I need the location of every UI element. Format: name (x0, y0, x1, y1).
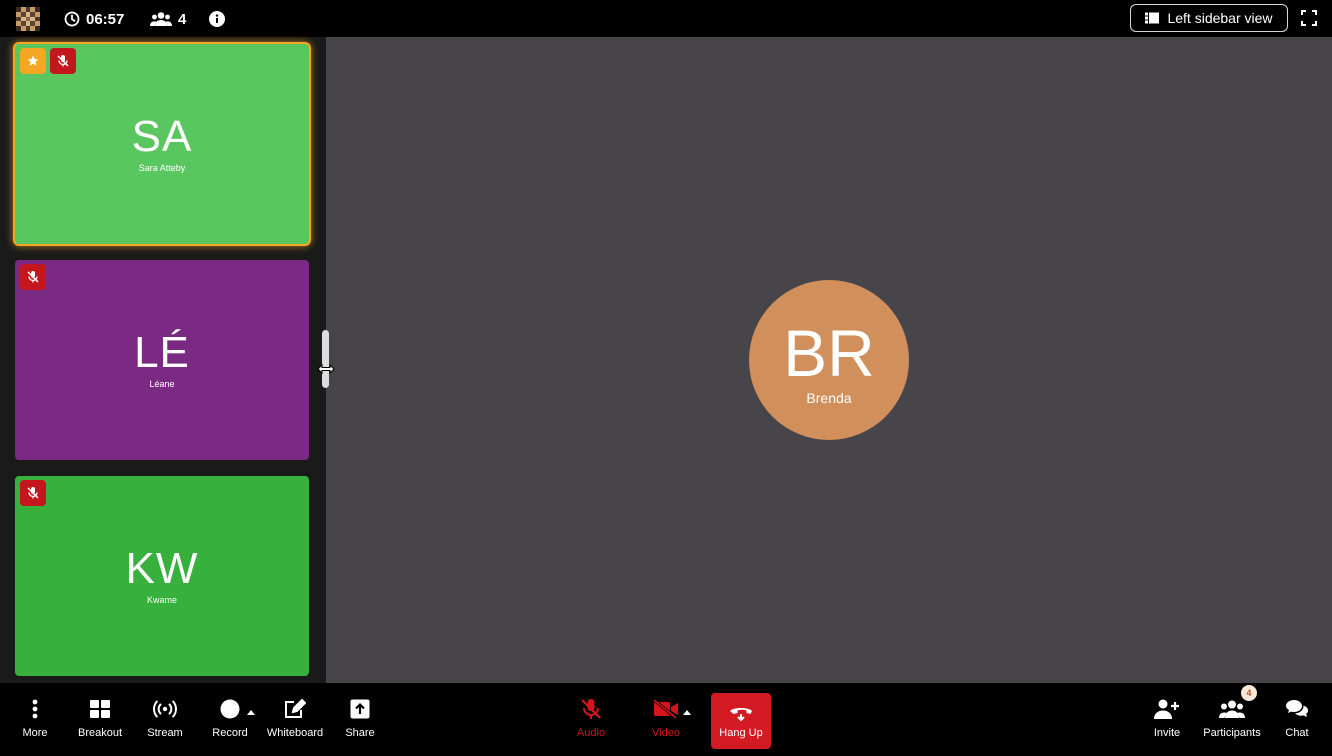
invite-button[interactable]: Invite (1151, 695, 1183, 749)
timer-text: 06:57 (86, 10, 125, 28)
speaker-name: Brenda (806, 390, 852, 406)
breakout-grid-icon (90, 700, 110, 718)
participant-initials: SA (131, 112, 193, 161)
record-options-caret-icon[interactable] (247, 710, 255, 715)
record-icon (220, 699, 240, 719)
speaker-initials: BR (783, 316, 875, 390)
more-vertical-icon (32, 699, 38, 719)
info-icon (209, 11, 225, 27)
top-bar: 06:57 4 Left sidebar view (0, 0, 1332, 37)
clock-icon (64, 11, 80, 27)
fullscreen-button[interactable] (1301, 10, 1317, 26)
main-stage: BR Brenda (326, 37, 1332, 683)
star-icon (27, 55, 39, 66)
speaker-avatar: BR Brenda (749, 280, 909, 440)
mic-off-icon (581, 699, 601, 719)
resize-cursor-icon (317, 362, 335, 376)
participant-name: Kwame (146, 595, 177, 605)
hang-up-button[interactable]: Hang Up (711, 693, 771, 749)
whiteboard-label: Whiteboard (266, 727, 324, 739)
audio-label: Audio (576, 727, 606, 739)
participant-tile[interactable]: KW Kwame (15, 476, 309, 676)
meeting-timer: 06:57 (64, 8, 124, 30)
phone-hangup-icon (730, 708, 752, 722)
broadcast-icon (153, 700, 177, 718)
hang-up-label: Hang Up (719, 727, 763, 739)
share-label: Share (345, 727, 375, 739)
chat-button[interactable]: Chat (1283, 695, 1311, 749)
participant-tile[interactable]: SA Sara Atteby (15, 44, 309, 244)
participant-sidebar: SA Sara Atteby LÉ Léane KW Kwame (0, 37, 326, 683)
info-button[interactable] (209, 8, 225, 30)
muted-badge (20, 480, 46, 506)
participant-name: Sara Atteby (138, 163, 186, 173)
muted-badge (20, 264, 46, 290)
sidebar-layout-icon (1145, 12, 1160, 24)
video-button[interactable]: Video (649, 695, 683, 749)
participant-initials: KW (125, 544, 199, 593)
participant-tile[interactable]: LÉ Léane (15, 260, 309, 460)
mic-off-icon (57, 55, 69, 67)
participant-count-text: 4 (178, 10, 187, 28)
video-off-icon (653, 699, 678, 719)
video-label: Video (652, 727, 680, 739)
video-options-caret-icon[interactable] (683, 710, 691, 715)
users-icon (150, 12, 172, 26)
pinned-badge (20, 48, 46, 74)
participants-label: Participants (1203, 727, 1261, 739)
edit-icon (285, 699, 306, 718)
breakout-button[interactable]: Breakout (76, 695, 124, 749)
stream-button[interactable]: Stream (145, 695, 185, 749)
participant-count[interactable]: 4 (150, 8, 186, 30)
more-label: More (22, 727, 48, 739)
layout-view-button[interactable]: Left sidebar view (1130, 4, 1288, 32)
mic-off-icon (27, 487, 39, 499)
participants-count-badge: 4 (1241, 685, 1257, 701)
participants-button[interactable]: 4 Participants (1203, 685, 1261, 749)
chat-label: Chat (1285, 727, 1309, 739)
record-label: Record (212, 727, 248, 739)
layout-view-label: Left sidebar view (1167, 10, 1273, 26)
users-icon (1219, 700, 1245, 718)
mic-off-icon (27, 271, 39, 283)
whiteboard-button[interactable]: Whiteboard (266, 695, 324, 749)
participant-name: Léane (149, 379, 175, 389)
fullscreen-icon (1301, 10, 1317, 26)
participant-initials: LÉ (134, 328, 190, 377)
sidebar-resize-handle[interactable] (322, 330, 329, 388)
add-user-icon (1154, 699, 1179, 719)
share-screen-icon (350, 699, 370, 719)
share-button[interactable]: Share (344, 695, 376, 749)
breakout-label: Breakout (77, 727, 123, 739)
more-button[interactable]: More (20, 695, 50, 749)
audio-button[interactable]: Audio (574, 695, 608, 749)
record-button[interactable]: Record (210, 695, 250, 749)
bottom-toolbar: More Breakout Stream Record Whiteboard S… (0, 683, 1332, 756)
app-logo-icon (16, 7, 40, 31)
muted-badge (50, 48, 76, 74)
stream-label: Stream (147, 727, 183, 739)
chat-icon (1286, 700, 1308, 717)
invite-label: Invite (1153, 727, 1181, 739)
